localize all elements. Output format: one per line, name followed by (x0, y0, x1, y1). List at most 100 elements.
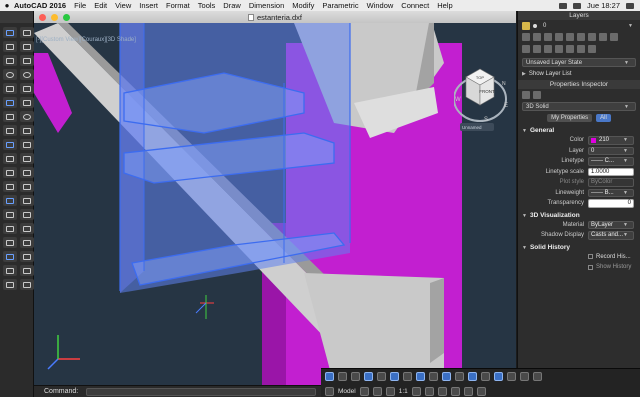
menu-insert[interactable]: Insert (139, 1, 158, 10)
menu-view[interactable]: View (115, 1, 131, 10)
group-icon[interactable] (3, 265, 17, 276)
clock[interactable]: Jue 18:27 (587, 1, 620, 10)
layer-tool-icon[interactable] (3, 279, 17, 290)
menu-window[interactable]: Window (367, 1, 394, 10)
compass-west[interactable]: W (455, 97, 461, 103)
quick-properties-icon[interactable] (450, 387, 460, 396)
snap-toggle-icon[interactable] (338, 372, 347, 381)
shadow-display-dropdown[interactable]: Casts and... ▼ (588, 231, 634, 240)
annotation-scale[interactable]: 1:1 (399, 388, 408, 395)
transparency-toggle-icon[interactable] (468, 372, 477, 381)
polyline-icon[interactable] (20, 55, 34, 66)
dyn-toggle-icon[interactable] (442, 372, 451, 381)
layer-lock-icon[interactable] (555, 33, 563, 41)
record-history-checkbox[interactable] (588, 254, 593, 260)
command-input[interactable] (86, 387, 316, 396)
layout-icon[interactable] (359, 387, 369, 396)
menu-tools[interactable]: Tools (198, 1, 216, 10)
redo-icon[interactable] (20, 41, 34, 52)
layer-settings-icon[interactable] (588, 45, 596, 53)
tab-all[interactable]: All (596, 114, 611, 122)
layer-delete-icon[interactable] (533, 45, 541, 53)
material-dropdown[interactable]: ByLayer ▼ (588, 220, 634, 229)
layer-state-dropdown[interactable]: Unsaved Layer State ▼ (522, 58, 636, 67)
viewcube-top-label[interactable]: TOP (476, 75, 484, 80)
viewcube-front-label[interactable]: FRONT (479, 89, 495, 94)
solid-history-section-header[interactable]: ▼ Solid History (518, 241, 640, 252)
lock-ui-icon[interactable] (463, 387, 473, 396)
3d-scene[interactable] (34, 23, 516, 385)
copy-icon[interactable] (3, 125, 17, 136)
leader-icon[interactable] (20, 223, 34, 234)
layer-walk-icon[interactable] (610, 33, 618, 41)
lineweight-dropdown[interactable]: —— B... ▼ (588, 188, 634, 197)
compass-east[interactable]: E (504, 103, 508, 109)
layer-merge-icon[interactable] (522, 45, 530, 53)
ortho-toggle-icon[interactable] (351, 372, 360, 381)
current-layer-row[interactable]: 0 ▼ (518, 20, 640, 31)
text-icon[interactable] (3, 209, 17, 220)
lineweight-toggle-icon[interactable] (455, 372, 464, 381)
erase-icon[interactable] (3, 181, 17, 192)
menu-format[interactable]: Format (166, 1, 190, 10)
layer-off-icon[interactable] (533, 33, 541, 41)
customize-icon[interactable] (476, 387, 486, 396)
transparency-field[interactable]: 0 (588, 199, 634, 208)
trim-icon[interactable] (3, 153, 17, 164)
layer-unlock-icon[interactable] (577, 45, 585, 53)
layer-bulb-icon[interactable] (522, 21, 530, 30)
measure-icon[interactable] (20, 251, 34, 262)
isodraft-toggle-icon[interactable] (377, 372, 386, 381)
general-section-header[interactable]: ▼ General (518, 124, 640, 135)
polygon-icon[interactable] (20, 83, 34, 94)
apple-icon[interactable]: ● (0, 1, 14, 10)
3dosnap-toggle-icon[interactable] (403, 372, 412, 381)
selection-cycling-icon[interactable] (481, 372, 490, 381)
line-icon[interactable] (3, 55, 17, 66)
dimension-icon[interactable] (3, 223, 17, 234)
ucs-dropdown[interactable]: Unnamed (462, 125, 482, 130)
full-screen-icon[interactable] (533, 372, 542, 381)
auto-scale-icon[interactable] (385, 387, 395, 396)
compass-south[interactable]: S (484, 117, 488, 123)
hardware-acceleration-icon[interactable] (520, 372, 529, 381)
otrack-toggle-icon[interactable] (416, 372, 425, 381)
tab-my-properties[interactable]: My Properties (547, 114, 593, 122)
cursor-tool-icon[interactable] (20, 27, 34, 38)
polar-toggle-icon[interactable] (364, 372, 373, 381)
menu-dimension[interactable]: Dimension (249, 1, 284, 10)
move-icon[interactable] (3, 111, 17, 122)
scale-icon[interactable] (3, 139, 17, 150)
wifi-icon[interactable] (559, 2, 568, 9)
3d-visualization-section-header[interactable]: ▼ 3D Visualization (518, 209, 640, 220)
offset-icon[interactable] (20, 195, 34, 206)
extend-icon[interactable] (20, 153, 34, 164)
layer-freeze-icon[interactable] (544, 33, 552, 41)
units-icon[interactable] (437, 387, 447, 396)
chamfer-icon[interactable] (20, 167, 34, 178)
quick-select-icon[interactable] (522, 91, 530, 99)
ungroup-icon[interactable] (20, 265, 34, 276)
mtext-icon[interactable] (20, 209, 34, 220)
layer-previous-icon[interactable] (599, 33, 607, 41)
workspace-icon[interactable] (411, 387, 421, 396)
layer-copy-icon[interactable] (544, 45, 552, 53)
table-icon[interactable] (3, 237, 17, 248)
spotlight-icon[interactable] (626, 2, 634, 9)
select-objects-icon[interactable] (533, 91, 541, 99)
layer-change-icon[interactable] (555, 45, 563, 53)
block-icon[interactable] (20, 237, 34, 248)
show-layer-list-toggle[interactable]: ▶ Show Layer List (518, 68, 640, 79)
menu-file[interactable]: File (74, 1, 86, 10)
menu-edit[interactable]: Edit (94, 1, 107, 10)
rotate-icon[interactable] (20, 111, 34, 122)
new-layer-icon[interactable] (522, 33, 530, 41)
circle-icon[interactable] (3, 69, 17, 80)
isolate-objects-icon[interactable] (507, 372, 516, 381)
battery-icon[interactable] (573, 2, 582, 9)
show-history-checkbox[interactable] (588, 264, 593, 270)
array-icon[interactable] (3, 195, 17, 206)
match-properties-icon[interactable] (20, 279, 34, 290)
layer-match-icon[interactable] (588, 33, 596, 41)
layer-dropdown[interactable]: 0 ▼ (588, 146, 634, 155)
